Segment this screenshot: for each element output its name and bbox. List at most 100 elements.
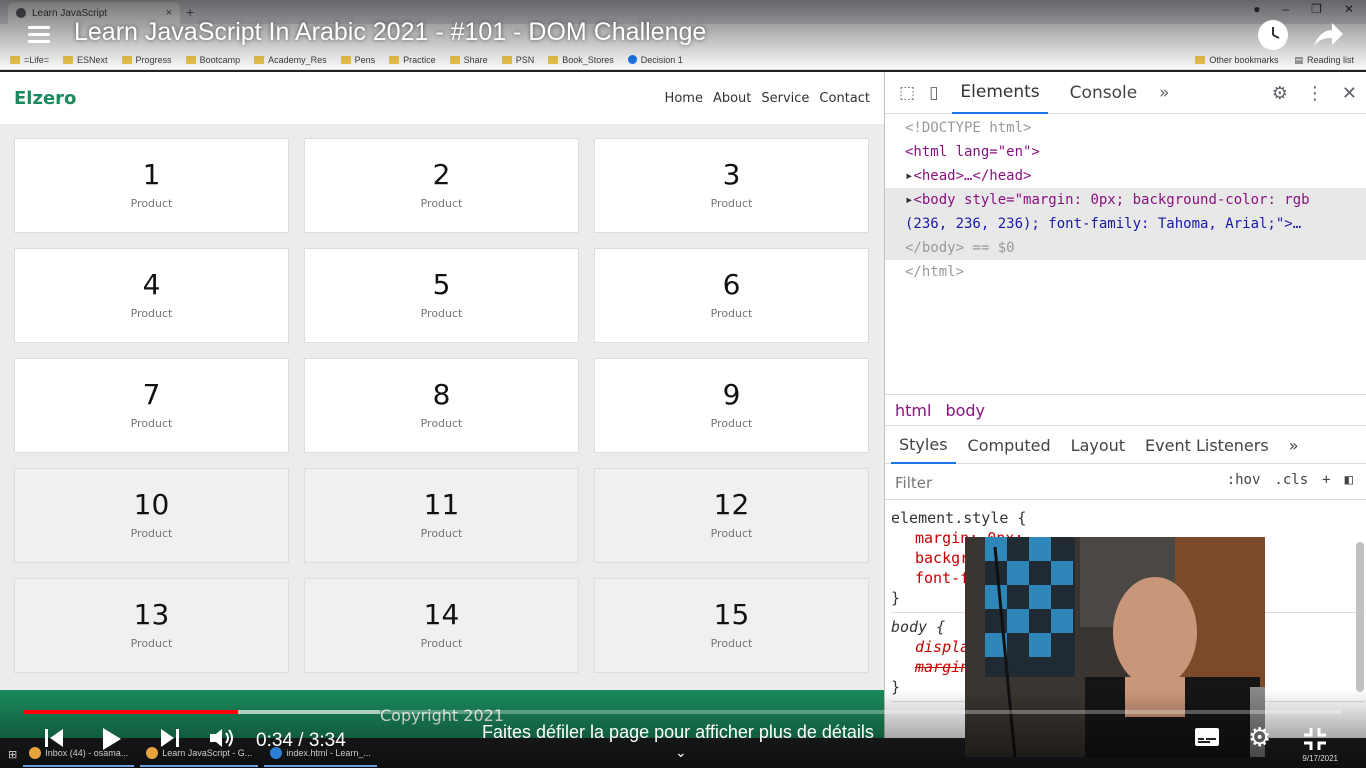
tab-event-listeners[interactable]: Event Listeners — [1137, 428, 1277, 464]
taskbar-item[interactable]: Learn JavaScript - G... — [140, 741, 259, 767]
device-toggle-icon[interactable]: ▯ — [929, 83, 938, 103]
bookmarks-right: Other bookmarks ▤ Reading list — [1195, 50, 1354, 70]
dom-tree: <!DOCTYPE html> <html lang="en"> ▸<head>… — [885, 116, 1366, 284]
reading-list[interactable]: ▤ Reading list — [1294, 55, 1354, 66]
product-grid: 1 Product 2 Product 3 Product 4 Product 5 Product… — [14, 138, 870, 673]
folder-icon — [449, 55, 460, 64]
taskbar-item[interactable]: index.html - Learn_... — [264, 741, 377, 767]
filter-tools: :hov .cls + ◧ — [1227, 472, 1353, 488]
inspect-element-icon[interactable]: ⬚ — [899, 83, 915, 103]
reading-list-icon: ▤ — [1294, 54, 1303, 65]
sidebar-toggle-icon[interactable]: ◧ — [1345, 472, 1353, 488]
dom-html-close[interactable]: </html> — [885, 260, 1366, 284]
tab-elements[interactable]: Elements — [952, 72, 1048, 114]
os-taskbar: ⊞ Inbox (44) - osama... Learn JavaScript… — [0, 740, 1366, 768]
breadcrumb-html[interactable]: html — [895, 401, 931, 420]
styles-scrollbar[interactable] — [1356, 542, 1364, 692]
product-card[interactable]: 15 Product — [594, 578, 869, 673]
restore-icon[interactable]: ❐ — [1311, 2, 1322, 16]
product-card[interactable]: 14 Product — [304, 578, 579, 673]
product-label: Product — [710, 527, 753, 540]
product-card[interactable]: 6 Product — [594, 248, 869, 343]
product-number: 4 — [142, 268, 161, 301]
product-number: 5 — [432, 268, 451, 301]
close-icon[interactable]: ✕ — [1342, 83, 1357, 104]
more-tabs-icon[interactable]: » — [1159, 83, 1169, 103]
minimize-icon[interactable]: – — [1282, 2, 1289, 16]
bookmark-item[interactable]: Book_Stores — [548, 55, 614, 65]
kebab-menu-icon[interactable]: ⋮ — [1306, 83, 1324, 104]
video-title[interactable]: Learn JavaScript In Arabic 2021 - #101 -… — [74, 18, 706, 47]
filter-input[interactable]: Filter — [895, 474, 932, 492]
product-card[interactable]: 3 Product — [594, 138, 869, 233]
taskbar-date: 9/17/2021 — [1302, 754, 1338, 763]
product-card[interactable]: 10 Product — [14, 468, 289, 563]
new-rule-button[interactable]: + — [1322, 472, 1330, 488]
bookmark-item[interactable]: PSN — [501, 55, 534, 65]
bookmark-item[interactable]: =Life= — [10, 55, 49, 65]
gear-icon[interactable]: ⚙ — [1272, 83, 1288, 104]
dom-html-open[interactable]: <html lang="en"> — [885, 140, 1366, 164]
product-card[interactable]: 8 Product — [304, 358, 579, 453]
bookmark-item[interactable]: Share — [449, 55, 488, 65]
more-subtabs-icon[interactable]: » — [1281, 428, 1307, 464]
styles-filter-bar: Filter :hov .cls + ◧ — [885, 466, 1366, 500]
tab-layout[interactable]: Layout — [1063, 428, 1133, 464]
share-icon[interactable] — [1310, 18, 1344, 52]
product-card[interactable]: 7 Product — [14, 358, 289, 453]
hov-toggle[interactable]: :hov — [1227, 472, 1261, 488]
dom-head[interactable]: ▸<head>…</head> — [885, 164, 1366, 188]
cls-toggle[interactable]: .cls — [1274, 472, 1308, 488]
taskbar-item[interactable]: Inbox (44) - osama... — [23, 741, 135, 767]
dom-doctype[interactable]: <!DOCTYPE html> — [885, 116, 1366, 140]
bookmark-item[interactable]: Academy_Res — [254, 55, 327, 65]
dom-body-open[interactable]: ▸<body style="margin: 0px; background-co… — [885, 188, 1366, 212]
product-number: 9 — [722, 378, 741, 411]
clock-icon[interactable] — [1258, 20, 1288, 50]
site-logo[interactable]: Elzero — [14, 88, 76, 109]
devtools-right-tools: ⚙ ⋮ ✕ — [1272, 72, 1357, 114]
product-label: Product — [420, 637, 463, 650]
nav-link-about[interactable]: About — [713, 91, 751, 106]
close-window-icon[interactable]: ✕ — [1344, 2, 1354, 16]
dom-body-close[interactable]: </body> == $0 — [885, 236, 1366, 260]
nav-link-home[interactable]: Home — [665, 91, 703, 106]
product-label: Product — [420, 197, 463, 210]
product-card[interactable]: 9 Product — [594, 358, 869, 453]
product-card[interactable]: 5 Product — [304, 248, 579, 343]
nav-link-contact[interactable]: Contact — [819, 91, 870, 106]
bookmark-item[interactable]: Practice — [389, 55, 436, 65]
breadcrumb-body[interactable]: body — [945, 401, 985, 420]
tab-styles[interactable]: Styles — [891, 428, 956, 464]
product-label: Product — [710, 307, 753, 320]
video-progress-bar[interactable] — [24, 710, 1342, 714]
product-card[interactable]: 11 Product — [304, 468, 579, 563]
nav-link-service[interactable]: Service — [761, 91, 809, 106]
acoustic-panel — [985, 537, 1075, 677]
folder-icon — [10, 55, 20, 64]
product-number: 15 — [713, 598, 750, 631]
windows-start-icon[interactable]: ⊞ — [8, 748, 17, 761]
facebook-icon — [627, 55, 637, 64]
product-number: 13 — [133, 598, 170, 631]
product-card[interactable]: 1 Product — [14, 138, 289, 233]
profile-icon[interactable]: ● — [1253, 2, 1260, 16]
product-card[interactable]: 4 Product — [14, 248, 289, 343]
bookmark-item[interactable]: Pens — [340, 55, 375, 65]
bookmark-item[interactable]: Decision 1 — [627, 55, 683, 65]
other-bookmarks[interactable]: Other bookmarks — [1195, 55, 1278, 65]
product-card[interactable]: 12 Product — [594, 468, 869, 563]
styles-subtabs: Styles Computed Layout Event Listeners » — [885, 428, 1366, 464]
product-card[interactable]: 13 Product — [14, 578, 289, 673]
bookmark-item[interactable]: Progress — [121, 55, 172, 65]
bookmark-item[interactable]: Bootcamp — [185, 55, 240, 65]
bookmark-item[interactable]: ESNext — [63, 55, 108, 65]
rule-selector: element.style { — [891, 509, 1027, 527]
tab-computed[interactable]: Computed — [960, 428, 1059, 464]
tab-console[interactable]: Console — [1062, 72, 1146, 114]
product-card[interactable]: 2 Product — [304, 138, 579, 233]
dom-body-cont[interactable]: (236, 236, 236); font-family: Tahoma, Ar… — [885, 212, 1366, 236]
folder-icon — [340, 55, 351, 64]
menu-icon[interactable] — [28, 26, 50, 44]
product-number: 14 — [423, 598, 460, 631]
